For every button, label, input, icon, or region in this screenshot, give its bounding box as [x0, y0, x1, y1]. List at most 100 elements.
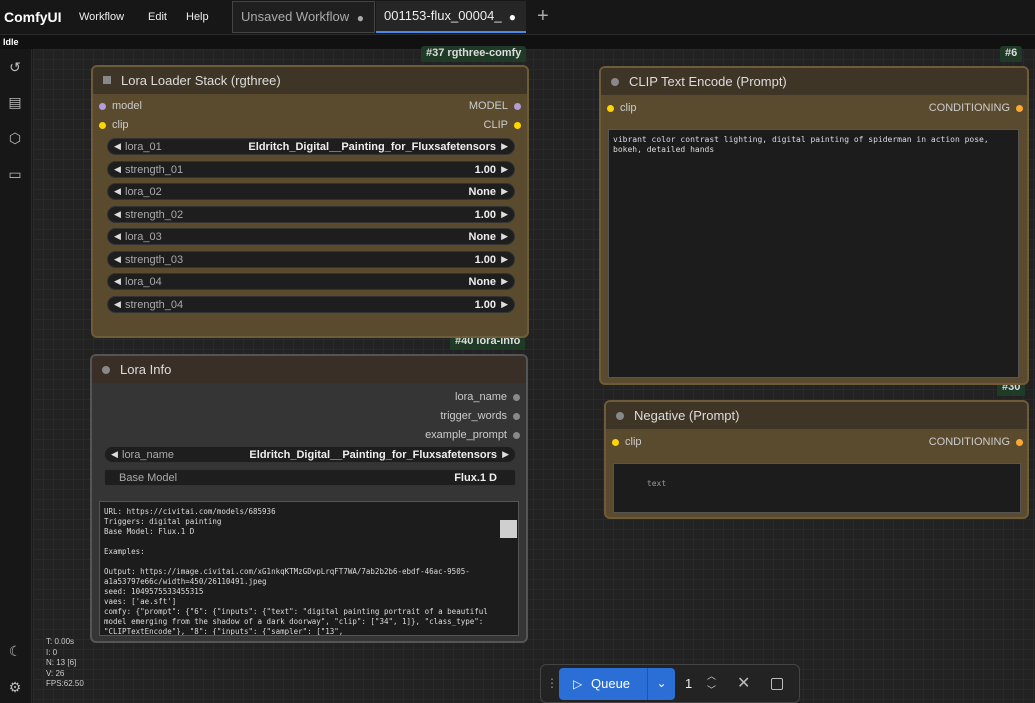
tab-unsaved-workflow[interactable]: Unsaved Workflow ●: [232, 1, 375, 33]
slot-label: CONDITIONING: [928, 436, 1010, 448]
slot-dot-icon[interactable]: [607, 105, 614, 112]
input-clip-slot[interactable]: clip: [99, 119, 129, 131]
new-tab-plus-icon[interactable]: +: [537, 5, 549, 28]
negative-prompt-node[interactable]: Negative (Prompt) clip CONDITIONING text: [604, 400, 1029, 519]
strength-number-1[interactable]: ◀ strength_01 1.00 ▶: [107, 160, 515, 178]
widget-label: lora_01: [125, 141, 162, 153]
collapse-square-icon[interactable]: [103, 76, 111, 84]
slot-dot-icon[interactable]: [514, 122, 521, 129]
lora-info-node[interactable]: Lora Info lora_name trigger_words exampl…: [90, 354, 528, 643]
arrow-right-icon[interactable]: ▶: [501, 231, 508, 242]
slot-dot-icon[interactable]: [612, 439, 619, 446]
lora-name-combo[interactable]: ◀ lora_name Eldritch_Digital__Painting_f…: [104, 446, 516, 463]
arrow-right-icon[interactable]: ▶: [501, 209, 508, 220]
stop-square-icon[interactable]: [771, 678, 783, 690]
output-trigger-words-slot[interactable]: trigger_words: [370, 410, 520, 422]
arrow-right-icon[interactable]: ▶: [501, 164, 508, 175]
gear-icon[interactable]: ⚙: [7, 679, 23, 695]
slot-dot-icon[interactable]: [1016, 105, 1023, 112]
node-title[interactable]: Lora Loader Stack (rgthree): [93, 67, 527, 94]
widget-label: lora_02: [125, 186, 162, 198]
slot-dot-icon[interactable]: [513, 413, 520, 420]
scrollbar-thumb[interactable]: [500, 520, 517, 538]
tab-flux-workflow[interactable]: 001153-flux_00004_ ●: [376, 1, 526, 33]
slot-dot-icon[interactable]: [99, 103, 106, 110]
node-title-text: CLIP Text Encode (Prompt): [629, 74, 787, 89]
slot-dot-icon[interactable]: [513, 394, 520, 401]
slot-dot-icon[interactable]: [1016, 439, 1023, 446]
chevron-up-icon[interactable]: ︿: [707, 669, 716, 683]
graph-canvas[interactable]: #37 rgthree-comfy #6 #40 lora-info #30 L…: [33, 46, 1035, 703]
arrow-right-icon[interactable]: ▶: [502, 449, 509, 460]
lora-combo-3[interactable]: ◀ lora_03 None ▶: [107, 228, 515, 245]
base-model-field[interactable]: Base Model Flux.1 D: [104, 469, 516, 486]
arrow-left-icon[interactable]: ◀: [114, 186, 121, 197]
lora-loader-stack-node[interactable]: Lora Loader Stack (rgthree) model clip M…: [91, 65, 529, 338]
output-clip-slot[interactable]: CLIP: [441, 119, 521, 131]
strength-number-3[interactable]: ◀ strength_03 1.00 ▶: [107, 250, 515, 268]
arrow-right-icon[interactable]: ▶: [501, 276, 508, 287]
arrow-right-icon[interactable]: ▶: [501, 186, 508, 197]
input-clip-slot[interactable]: clip: [612, 436, 642, 448]
lora-combo-4[interactable]: ◀ lora_04 None ▶: [107, 273, 515, 290]
slot-label: CONDITIONING: [928, 102, 1010, 114]
cube-icon[interactable]: ⬡: [7, 130, 23, 146]
input-clip-slot[interactable]: clip: [607, 102, 637, 114]
queue-options-chevron-down-icon[interactable]: ⌄: [647, 668, 675, 700]
arrow-right-icon[interactable]: ▶: [501, 141, 508, 152]
strength-number-4[interactable]: ◀ strength_04 1.00 ▶: [107, 295, 515, 313]
arrow-left-icon[interactable]: ◀: [114, 299, 121, 310]
slot-label: CLIP: [483, 119, 508, 131]
clip-text-encode-node[interactable]: CLIP Text Encode (Prompt) clip CONDITION…: [599, 66, 1029, 385]
output-conditioning-slot[interactable]: CONDITIONING: [903, 436, 1023, 448]
arrow-right-icon[interactable]: ▶: [501, 299, 508, 310]
arrow-left-icon[interactable]: ◀: [114, 209, 121, 220]
output-lora-name-slot[interactable]: lora_name: [370, 391, 520, 403]
widget-value: 1.00: [474, 163, 496, 176]
drag-handle-icon[interactable]: ⋮: [546, 676, 558, 690]
arrow-right-icon[interactable]: ▶: [501, 254, 508, 265]
queue-label: Queue: [591, 676, 631, 691]
negative-textarea[interactable]: text: [613, 463, 1021, 513]
document-icon[interactable]: ▤: [7, 94, 23, 110]
batch-count-stepper[interactable]: ︿ ﹀: [707, 669, 716, 697]
cancel-close-icon[interactable]: ✕: [737, 673, 750, 693]
moon-icon[interactable]: ☾: [7, 643, 23, 659]
arrow-left-icon[interactable]: ◀: [114, 276, 121, 287]
strength-number-2[interactable]: ◀ strength_02 1.00 ▶: [107, 205, 515, 223]
lora-combo-1[interactable]: ◀ lora_01 Eldritch_Digital__Painting_for_F…: [107, 138, 515, 155]
menu-help[interactable]: Help: [186, 11, 209, 23]
chevron-down-icon[interactable]: ﹀: [707, 683, 716, 697]
batch-count-input[interactable]: 1: [685, 676, 692, 691]
menu-workflow[interactable]: Workflow: [79, 11, 124, 23]
node-title[interactable]: Lora Info: [92, 356, 526, 383]
lora-combo-2[interactable]: ◀ lora_02 None ▶: [107, 183, 515, 200]
collapse-dot-icon[interactable]: [616, 412, 624, 420]
node-badge-37: #37 rgthree-comfy: [421, 46, 527, 62]
input-model-slot[interactable]: model: [99, 100, 142, 112]
lora-info-textarea[interactable]: URL: https://civitai.com/models/685936 T…: [99, 501, 519, 636]
slot-dot-icon[interactable]: [514, 103, 521, 110]
widget-value: None: [468, 231, 497, 243]
folder-icon[interactable]: ▭: [7, 166, 23, 182]
arrow-left-icon[interactable]: ◀: [111, 449, 118, 460]
arrow-left-icon[interactable]: ◀: [114, 164, 121, 175]
output-example-prompt-slot[interactable]: example_prompt: [370, 429, 520, 441]
prompt-textarea[interactable]: vibrant color contrast lighting, digital…: [608, 129, 1019, 378]
history-icon[interactable]: ↺: [7, 59, 23, 75]
stat-fps: FPS:62.50: [46, 679, 84, 688]
menu-edit[interactable]: Edit: [148, 11, 167, 23]
output-model-slot[interactable]: MODEL: [441, 100, 521, 112]
node-title[interactable]: CLIP Text Encode (Prompt): [601, 68, 1027, 95]
arrow-left-icon[interactable]: ◀: [114, 231, 121, 242]
queue-button[interactable]: ▷ Queue: [559, 668, 647, 700]
arrow-left-icon[interactable]: ◀: [114, 141, 121, 152]
collapse-dot-icon[interactable]: [611, 78, 619, 86]
arrow-left-icon[interactable]: ◀: [114, 254, 121, 265]
output-conditioning-slot[interactable]: CONDITIONING: [903, 102, 1023, 114]
slot-label: clip: [625, 436, 642, 448]
slot-dot-icon[interactable]: [513, 432, 520, 439]
node-title[interactable]: Negative (Prompt): [606, 402, 1027, 429]
collapse-dot-icon[interactable]: [102, 366, 110, 374]
slot-dot-icon[interactable]: [99, 122, 106, 129]
